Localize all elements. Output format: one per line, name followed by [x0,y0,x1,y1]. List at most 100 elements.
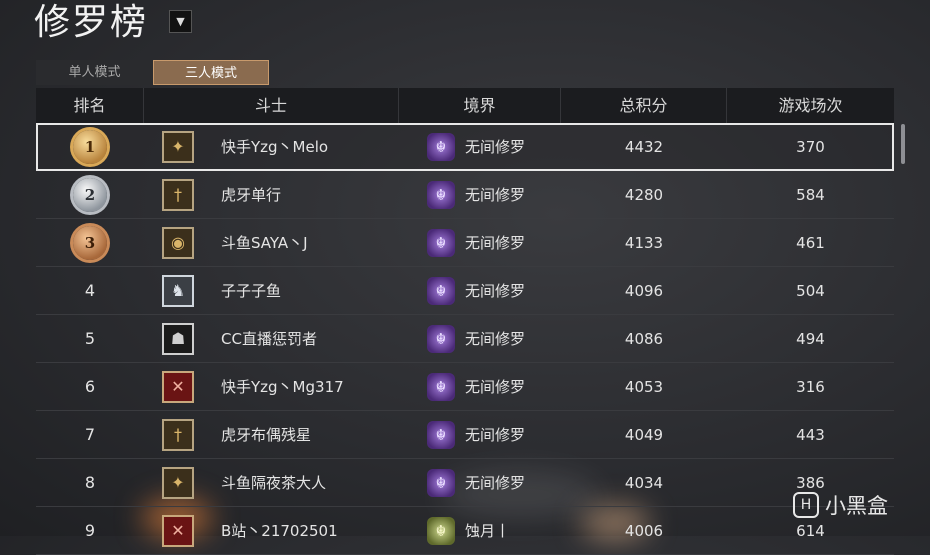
table-row[interactable]: 8 ✦ 斗鱼隔夜茶大人 ☬ 无间修罗 4034 386 [36,459,894,507]
rank-cell: 4 [36,267,144,315]
fighter-cell: ✦ 斗鱼隔夜茶大人 [144,459,399,507]
demon-purple-icon: ☬ [427,324,455,353]
score-value: 4053 [624,377,664,396]
demon-purple-icon: ☬ [427,276,455,305]
score-value: 4086 [624,329,664,348]
fighter-name[interactable]: 虎牙布偶残星 [221,424,311,445]
games-value: 443 [796,425,825,444]
table-row[interactable]: 5 ☗ CC直播惩罚者 ☬ 无间修罗 4086 494 [36,315,894,363]
fighter-name[interactable]: B站丶21702501 [221,520,338,541]
realm-label: 无间修罗 [465,330,526,348]
score-value: 4096 [624,281,664,300]
rank-cell: 6 [36,363,144,411]
rank-number: 4 [84,281,96,300]
realm-label: 无间修罗 [465,282,526,300]
realm-cell: ☬ 无间修罗 [399,267,561,315]
rank-cell: 8 [36,459,144,507]
games-value: 584 [796,185,825,204]
rank-cell: 2 [36,171,144,219]
games-value: 316 [796,377,825,396]
demon-purple-icon: ☬ [427,372,455,401]
table-body: 1 ✦ 快手Yzg丶Melo ☬ 无间修罗 4432 370 2 † 虎牙单行 ☬ 无间修罗 4280 5… [36,123,894,555]
tab-triple-mode[interactable]: 三人模式 [153,60,269,85]
score-value: 4280 [624,185,664,204]
realm-label: 无间修罗 [465,138,526,156]
realm-label: 蚀月丨 [465,522,511,540]
sword-icon: † [162,178,194,211]
games-value: 461 [796,233,825,252]
bow-icon: ✦ [162,130,194,163]
realm-cell: ☬ 蚀月丨 [399,507,561,555]
score-value: 4006 [624,521,664,540]
chevron-down-icon: ▼ [176,15,185,28]
bow-icon: ✦ [162,466,194,499]
rank-number: 9 [84,521,96,540]
fighter-cell: ♞ 子子子鱼 [144,267,399,315]
realm-cell: ☬ 无间修罗 [399,171,561,219]
dragon-icon: ♞ [162,274,194,307]
games-value: 504 [796,281,825,300]
score-value: 4034 [624,473,664,492]
title-dropdown-button[interactable]: ▼ [169,10,192,33]
fighter-cell: † 虎牙单行 [144,171,399,219]
rank-cell: 7 [36,411,144,459]
realm-cell: ☬ 无间修罗 [399,459,561,507]
score-value: 4432 [624,137,664,156]
demon-green-icon: ☬ [427,516,455,545]
crossed-blades-icon: ✕ [162,370,194,403]
crossed-blades-icon: ✕ [162,514,194,547]
xiaoheihe-logo-icon: H [793,492,819,518]
gold-medal-icon: 1 [73,129,107,164]
table-row[interactable]: 1 ✦ 快手Yzg丶Melo ☬ 无间修罗 4432 370 [36,123,894,171]
watermark: H 小黑盒 [793,490,888,520]
realm-label: 无间修罗 [465,378,526,396]
rank-number: 6 [84,377,96,396]
fighter-cell: † 虎牙布偶残星 [144,411,399,459]
realm-cell: ☬ 无间修罗 [399,219,561,267]
table-row[interactable]: 6 ✕ 快手Yzg丶Mg317 ☬ 无间修罗 4053 316 [36,363,894,411]
realm-label: 无间修罗 [465,474,526,492]
demon-purple-icon: ☬ [427,228,455,257]
table-header: 排名 斗士 境界 总积分 游戏场次 [36,88,894,123]
table-row[interactable]: 4 ♞ 子子子鱼 ☬ 无间修罗 4096 504 [36,267,894,315]
realm-label: 无间修罗 [465,426,526,444]
mode-tabs: 单人模式 三人模式 [36,60,269,85]
scrollbar[interactable] [901,124,905,164]
silver-medal-icon: 2 [73,177,107,212]
fighter-name[interactable]: 快手Yzg丶Melo [221,136,328,157]
realm-cell: ☬ 无间修罗 [399,123,561,171]
score-value: 4049 [624,425,664,444]
games-value: 494 [796,329,825,348]
rank-cell: 3 [36,219,144,267]
games-value: 370 [796,137,825,156]
rank-number: 8 [84,473,96,492]
fighter-cell: ✕ 快手Yzg丶Mg317 [144,363,399,411]
table-row[interactable]: 2 † 虎牙单行 ☬ 无间修罗 4280 584 [36,171,894,219]
header-games: 游戏场次 [778,96,843,115]
fighter-name[interactable]: 子子子鱼 [221,280,281,301]
tab-single-mode[interactable]: 单人模式 [36,60,153,85]
rank-number: 5 [84,329,96,348]
table-row[interactable]: 9 ✕ B站丶21702501 ☬ 蚀月丨 4006 614 [36,507,894,555]
realm-cell: ☬ 无间修罗 [399,315,561,363]
demon-purple-icon: ☬ [427,468,455,497]
sword-icon: † [162,418,194,451]
fighter-name[interactable]: 斗鱼SAYA丶J [221,232,308,253]
bronze-medal-icon: 3 [73,225,107,260]
header-fighter: 斗士 [144,88,399,123]
demon-purple-icon: ☬ [427,420,455,449]
realm-cell: ☬ 无间修罗 [399,411,561,459]
fighter-name[interactable]: 斗鱼隔夜茶大人 [221,472,326,493]
shield-icon: ◉ [162,226,194,259]
fighter-cell: ☗ CC直播惩罚者 [144,315,399,363]
fighter-cell: ◉ 斗鱼SAYA丶J [144,219,399,267]
fighter-name[interactable]: 快手Yzg丶Mg317 [221,376,344,397]
fighter-name[interactable]: CC直播惩罚者 [221,328,317,349]
demon-purple-icon: ☬ [427,180,455,209]
header-realm: 境界 [399,88,561,123]
table-row[interactable]: 3 ◉ 斗鱼SAYA丶J ☬ 无间修罗 4133 461 [36,219,894,267]
table-row[interactable]: 7 † 虎牙布偶残星 ☬ 无间修罗 4049 443 [36,411,894,459]
fighter-cell: ✦ 快手Yzg丶Melo [144,123,399,171]
fighter-name[interactable]: 虎牙单行 [221,184,281,205]
header-rank: 排名 [36,88,144,123]
